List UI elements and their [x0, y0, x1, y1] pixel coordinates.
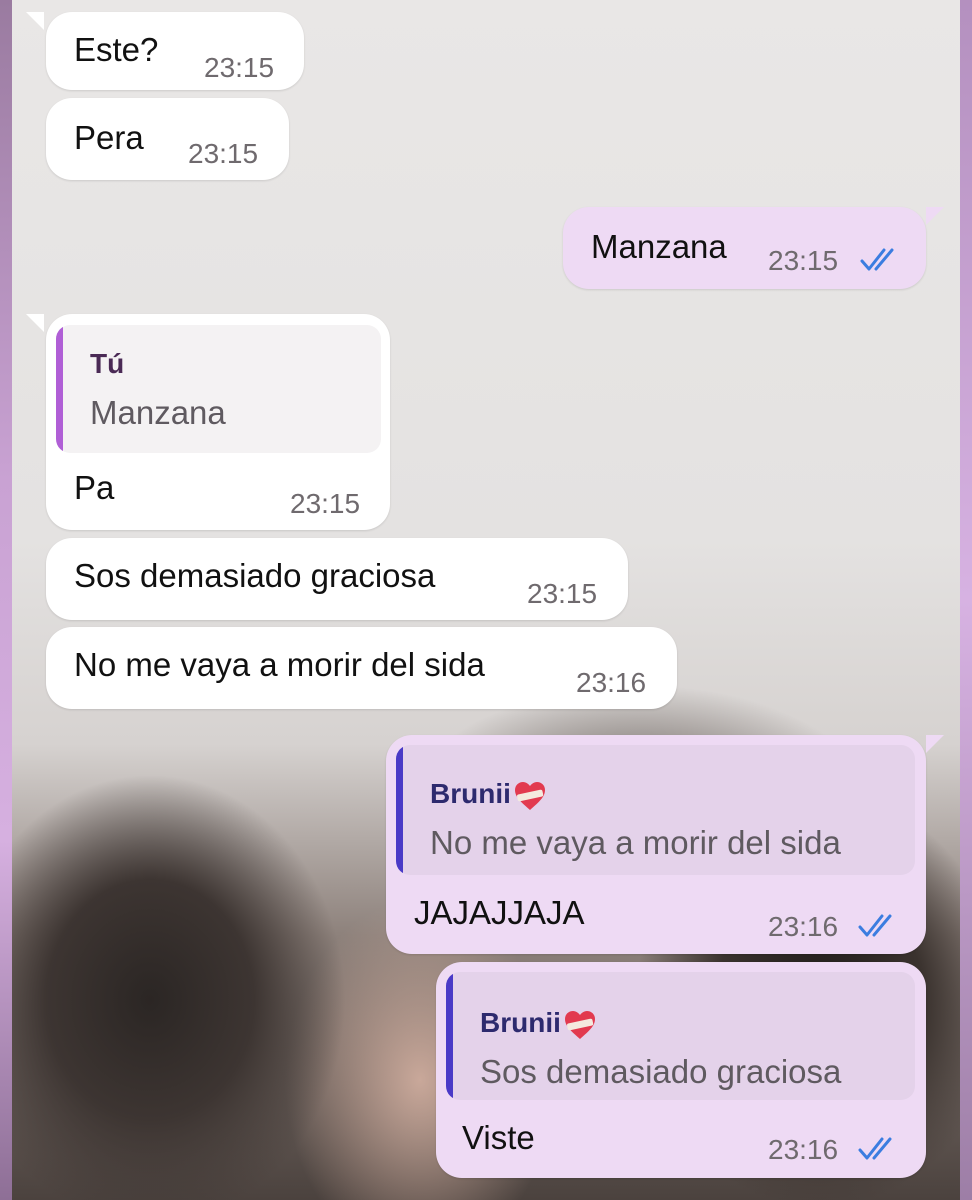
bubble-tail — [26, 12, 44, 30]
message-time: 23:16 — [768, 1134, 839, 1165]
bubble-tail — [26, 314, 44, 332]
quote-author-name: Brunii — [430, 778, 511, 809]
message-text: Viste — [462, 1119, 535, 1156]
double-check-icon — [860, 248, 894, 271]
message-bubble-incoming[interactable]: Tú Manzana Pa 23:15 — [46, 314, 390, 530]
message-bubble-incoming[interactable]: Pera 23:15 — [46, 98, 289, 180]
message-time: 23:15 — [527, 578, 598, 609]
quote-text: Manzana — [90, 394, 226, 431]
reply-quote[interactable]: Tú Manzana — [56, 325, 381, 453]
message-bubble-outgoing[interactable]: Manzana 23:15 — [563, 207, 926, 289]
message-time: 23:16 — [768, 911, 839, 942]
message-text: JAJAJJAJA — [414, 894, 585, 931]
double-check-icon — [858, 1137, 892, 1160]
quote-author-name: Brunii — [480, 1007, 561, 1038]
quote-author: Brunii — [430, 777, 547, 812]
message-text: Pera — [74, 119, 144, 156]
quote-accent-bar — [396, 745, 403, 875]
quote-author: Tú — [90, 348, 125, 379]
mending-heart-emoji — [514, 781, 545, 810]
quote-text: No me vaya a morir del sida — [430, 824, 841, 861]
double-check-icon — [858, 914, 892, 937]
left-frame-edge — [0, 0, 12, 1200]
message-time: 23:15 — [188, 138, 259, 169]
message-text: No me vaya a morir del sida — [74, 646, 485, 683]
message-time: 23:16 — [576, 667, 647, 698]
message-text: Pa — [74, 469, 115, 506]
bubble-tail — [926, 735, 944, 753]
message-bubble-outgoing[interactable]: Brunii Sos demasiado graciosa Viste 23:1… — [436, 962, 926, 1178]
message-time: 23:15 — [290, 488, 361, 519]
quote-accent-bar — [56, 325, 63, 453]
message-text: Manzana — [591, 228, 727, 265]
reply-quote[interactable]: Brunii Sos demasiado graciosa — [446, 972, 915, 1100]
quote-accent-bar — [446, 972, 453, 1100]
reply-quote[interactable]: Brunii No me vaya a morir del sida — [396, 745, 915, 875]
message-bubble-incoming[interactable]: Sos demasiado graciosa 23:15 — [46, 538, 628, 620]
mending-heart-emoji — [564, 1010, 595, 1039]
message-time: 23:15 — [204, 52, 275, 83]
message-time: 23:15 — [768, 245, 839, 276]
right-frame-edge — [960, 0, 972, 1200]
message-text: Sos demasiado graciosa — [74, 557, 436, 594]
quote-author: Brunii — [480, 1006, 597, 1041]
bubble-tail — [926, 207, 944, 225]
quote-text: Sos demasiado graciosa — [480, 1053, 842, 1090]
message-bubble-outgoing[interactable]: Brunii No me vaya a morir del sida JAJAJ… — [386, 735, 926, 954]
message-bubble-incoming[interactable]: Este? 23:15 — [46, 12, 304, 90]
message-text: Este? — [74, 31, 159, 68]
message-bubble-incoming[interactable]: No me vaya a morir del sida 23:16 — [46, 627, 677, 709]
